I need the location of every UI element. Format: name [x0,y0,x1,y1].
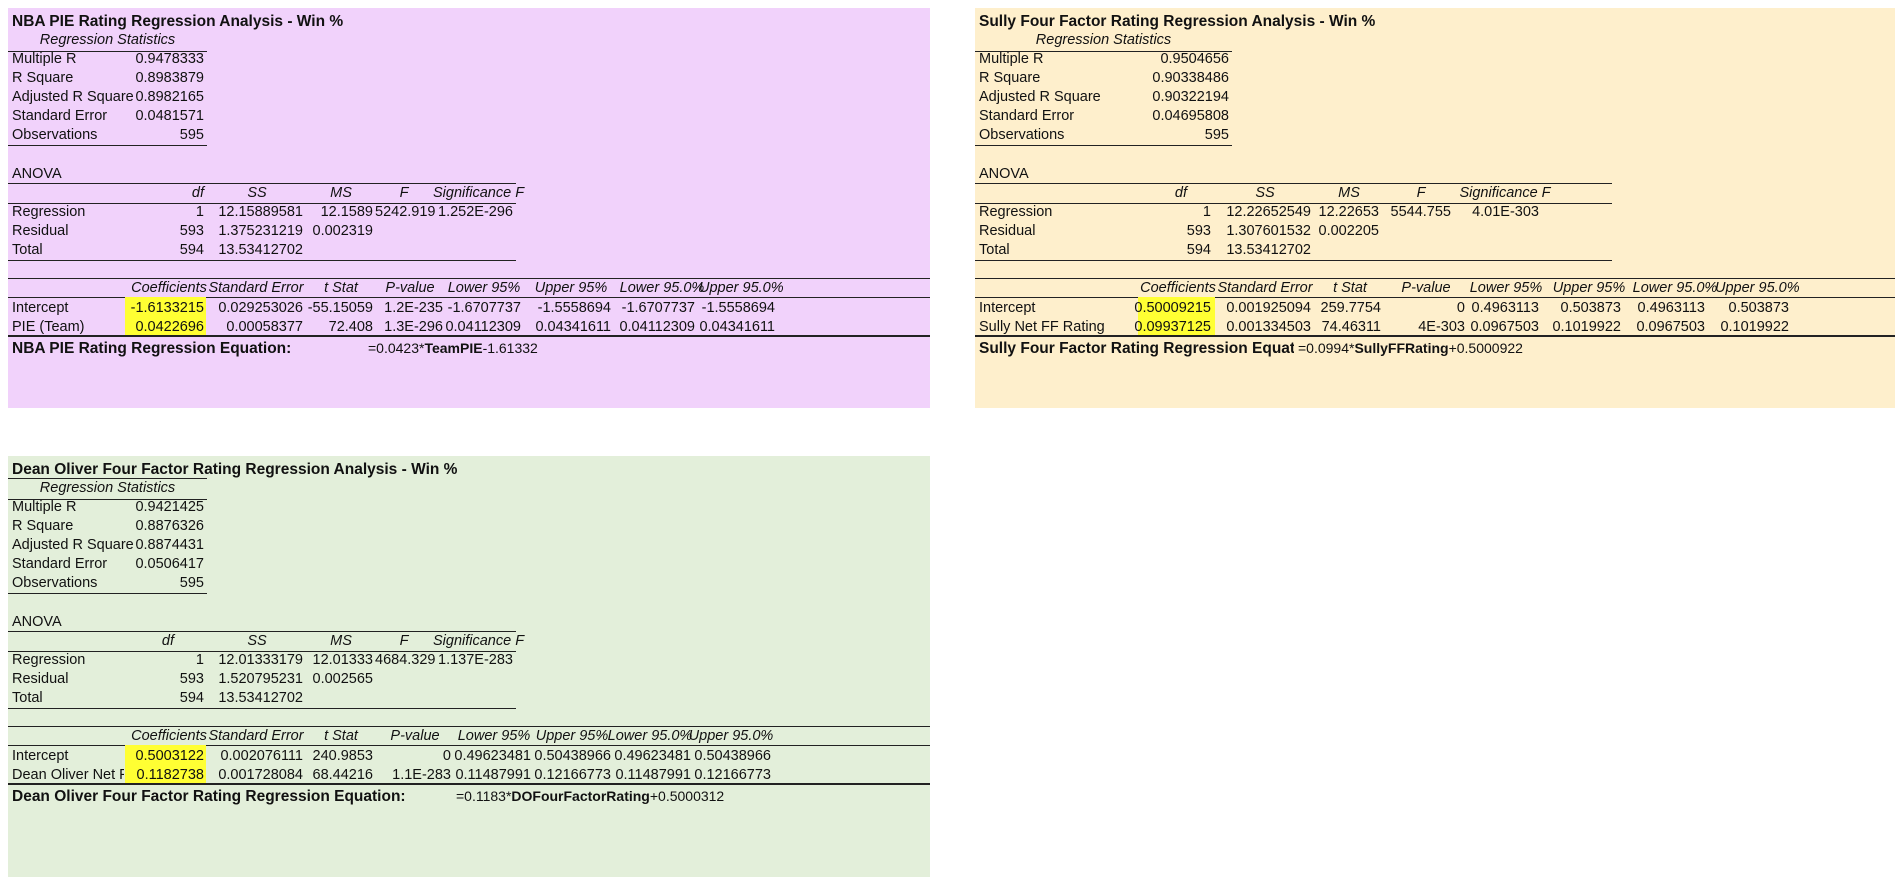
anova-f: 5242.919 [375,204,436,220]
anova-row-label: Total [12,242,43,258]
divider [8,260,516,261]
anova-ms: 0.002319 [312,223,373,239]
anova-f: 4684.329 [375,652,436,668]
anova-sig: 1.137E-283 [438,652,513,668]
anova-row-label: Total [12,690,43,706]
stat-label: Observations [12,127,98,143]
anova-ss: 13.53412702 [218,690,303,706]
pie-regression-panel: NBA PIE Rating Regression Analysis - Win… [8,8,930,408]
equation-label: Dean Oliver Four Factor Rating Regressio… [12,788,406,805]
divider [8,593,207,594]
stat-label: Observations [979,127,1065,143]
anova-ms: 0.002565 [312,671,373,687]
regression-equation: =0.1183*DOFourFactorRating+0.5000312 [456,788,725,804]
anova-ms: 0.002205 [1318,223,1379,239]
divider [975,260,1612,261]
anova-df: 594 [179,242,204,258]
stat-value: 595 [1204,127,1229,143]
divider [8,145,207,146]
stat-label: Observations [12,575,98,591]
anova-df: 594 [179,690,204,706]
oliver-regression-panel: Dean Oliver Four Factor Rating Regressio… [8,456,930,877]
regression-equation: =0.0423*TeamPIE-1.61332 [368,340,538,356]
anova-ss: 13.53412702 [1226,242,1311,258]
regression-equation: =0.0994*SullyFFRating+0.5000922 [1298,340,1523,356]
equation-label: Sully Four Factor Rating Regression Equa… [979,340,1294,357]
stat-value: 595 [179,127,204,143]
anova-f: 5544.755 [1390,204,1451,220]
anova-ss: 13.53412702 [218,242,303,258]
equation-label: NBA PIE Rating Regression Equation: [12,340,292,357]
divider [975,145,1232,146]
anova-sig: 4.01E-303 [1472,204,1539,220]
stat-value: 595 [179,575,204,591]
divider [8,708,516,709]
anova-sig: 1.252E-296 [438,204,513,220]
anova-row-label: Total [979,242,1010,258]
anova-df: 594 [1186,242,1211,258]
